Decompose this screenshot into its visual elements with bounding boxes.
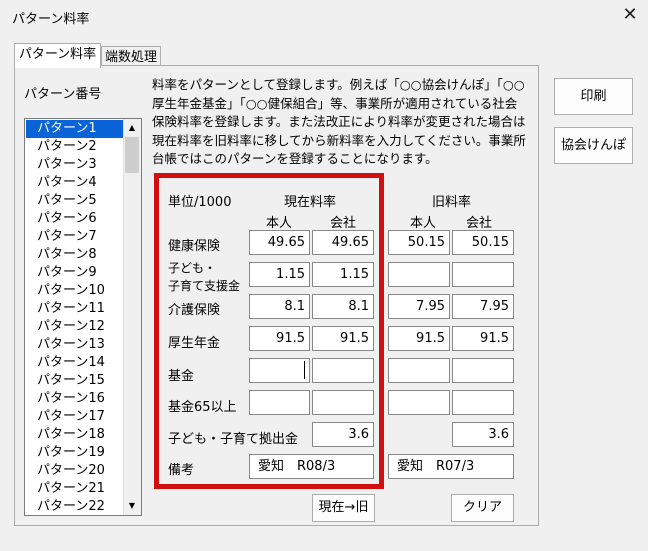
contribution-old-input[interactable]: 3.6 xyxy=(452,422,514,447)
text-caret xyxy=(304,361,305,379)
row-label-remarks: 備考 xyxy=(168,463,195,478)
child-support-old-company-input[interactable] xyxy=(452,262,514,287)
row-label-care: 介護保険 xyxy=(168,303,221,318)
health-old-company-input[interactable]: 50.15 xyxy=(452,230,514,255)
close-icon[interactable]: ✕ xyxy=(619,4,641,26)
row-label-contribution: 子ども・子育て拠出金 xyxy=(168,432,299,447)
list-item[interactable]: パターン10 xyxy=(26,282,124,300)
print-button[interactable]: 印刷 xyxy=(554,78,633,115)
child-support-current-person-input[interactable]: 1.15 xyxy=(249,262,310,287)
row-label-pension: 厚生年金 xyxy=(168,336,221,351)
care-old-person-input[interactable]: 7.95 xyxy=(388,294,450,319)
row-label-health: 健康保険 xyxy=(168,239,221,254)
list-item[interactable]: パターン8 xyxy=(26,246,124,264)
fund65-current-person-input[interactable] xyxy=(249,390,310,415)
list-item[interactable]: パターン2 xyxy=(26,138,124,156)
list-scrollbar[interactable]: ▲ ▼ xyxy=(123,119,141,515)
list-item[interactable]: パターン11 xyxy=(26,300,124,318)
fund-old-company-input[interactable] xyxy=(452,358,514,383)
scroll-up-icon[interactable]: ▲ xyxy=(124,120,140,136)
row-label-child-support-1: 子ども・ xyxy=(168,261,217,275)
old-rate-header: 旧料率 xyxy=(432,195,472,210)
clear-button[interactable]: クリア xyxy=(451,494,514,522)
scroll-down-icon[interactable]: ▼ xyxy=(124,498,140,514)
description-text: 料率をパターンとして登録します。例えば「○○協会けんぽ」「○○厚生年金基金」「○… xyxy=(152,77,526,166)
fund-current-company-input[interactable] xyxy=(312,358,374,383)
health-current-company-input[interactable]: 49.65 xyxy=(312,230,374,255)
fund65-old-company-input[interactable] xyxy=(452,390,514,415)
row-label-child-support-2: 子育て支援金 xyxy=(168,279,241,293)
list-item[interactable]: パターン14 xyxy=(26,354,124,372)
kyokai-kenpo-button[interactable]: 協会けんぽ xyxy=(554,127,633,164)
pension-current-person-input[interactable]: 91.5 xyxy=(249,326,310,351)
list-item[interactable]: パターン20 xyxy=(26,462,124,480)
pattern-number-label: パターン番号 xyxy=(24,87,102,102)
fund65-current-company-input[interactable] xyxy=(312,390,374,415)
list-item[interactable]: パターン9 xyxy=(26,264,124,282)
list-item[interactable]: パターン6 xyxy=(26,210,124,228)
contribution-current-input[interactable]: 3.6 xyxy=(312,422,374,447)
old-person-header: 本人 xyxy=(410,216,437,231)
fund65-old-person-input[interactable] xyxy=(388,390,450,415)
list-item[interactable]: パターン18 xyxy=(26,426,124,444)
remarks-old-input[interactable]: 愛知 R07/3 xyxy=(388,454,514,479)
list-item[interactable]: パターン4 xyxy=(26,174,124,192)
list-item[interactable]: パターン21 xyxy=(26,480,124,498)
child-support-current-company-input[interactable]: 1.15 xyxy=(312,262,374,287)
list-item[interactable]: パターン5 xyxy=(26,192,124,210)
care-current-person-input[interactable]: 8.1 xyxy=(249,294,310,319)
old-company-header: 会社 xyxy=(466,216,493,231)
pension-old-company-input[interactable]: 91.5 xyxy=(452,326,514,351)
list-item[interactable]: パターン15 xyxy=(26,372,124,390)
pattern-listbox[interactable]: パターン1 パターン2 パターン3 パターン4 パターン5 パターン6 パターン… xyxy=(24,118,142,516)
list-item[interactable]: パターン22 xyxy=(26,498,124,515)
fund-old-person-input[interactable] xyxy=(388,358,450,383)
window-title: パターン料率 xyxy=(12,12,90,27)
remarks-current-input[interactable]: 愛知 R08/3 xyxy=(249,454,374,479)
unit-label: 単位/1000 xyxy=(168,195,232,210)
row-label-fund: 基金 xyxy=(168,369,195,384)
title-bar xyxy=(0,0,648,34)
scroll-thumb[interactable] xyxy=(125,137,139,173)
current-rate-header: 現在料率 xyxy=(284,195,337,210)
move-current-to-old-button[interactable]: 現在→旧 xyxy=(312,494,375,522)
current-company-header: 会社 xyxy=(330,216,357,231)
current-person-header: 本人 xyxy=(266,216,293,231)
care-old-company-input[interactable]: 7.95 xyxy=(452,294,514,319)
child-support-old-person-input[interactable] xyxy=(388,262,450,287)
list-item[interactable]: パターン16 xyxy=(26,390,124,408)
list-item[interactable]: パターン17 xyxy=(26,408,124,426)
pension-old-person-input[interactable]: 91.5 xyxy=(388,326,450,351)
health-current-person-input[interactable]: 49.65 xyxy=(249,230,310,255)
list-item[interactable]: パターン12 xyxy=(26,318,124,336)
list-item[interactable]: パターン13 xyxy=(26,336,124,354)
pension-current-company-input[interactable]: 91.5 xyxy=(312,326,374,351)
list-item[interactable]: パターン7 xyxy=(26,228,124,246)
list-item[interactable]: パターン3 xyxy=(26,156,124,174)
row-label-fund65: 基金65以上 xyxy=(168,400,237,415)
list-item[interactable]: パターン19 xyxy=(26,444,124,462)
health-old-person-input[interactable]: 50.15 xyxy=(388,230,450,255)
care-current-company-input[interactable]: 8.1 xyxy=(312,294,374,319)
list-item[interactable]: パターン1 xyxy=(26,120,124,138)
tab-pattern-rate[interactable]: パターン料率 xyxy=(14,43,101,68)
fund-current-person-input[interactable] xyxy=(249,358,310,383)
